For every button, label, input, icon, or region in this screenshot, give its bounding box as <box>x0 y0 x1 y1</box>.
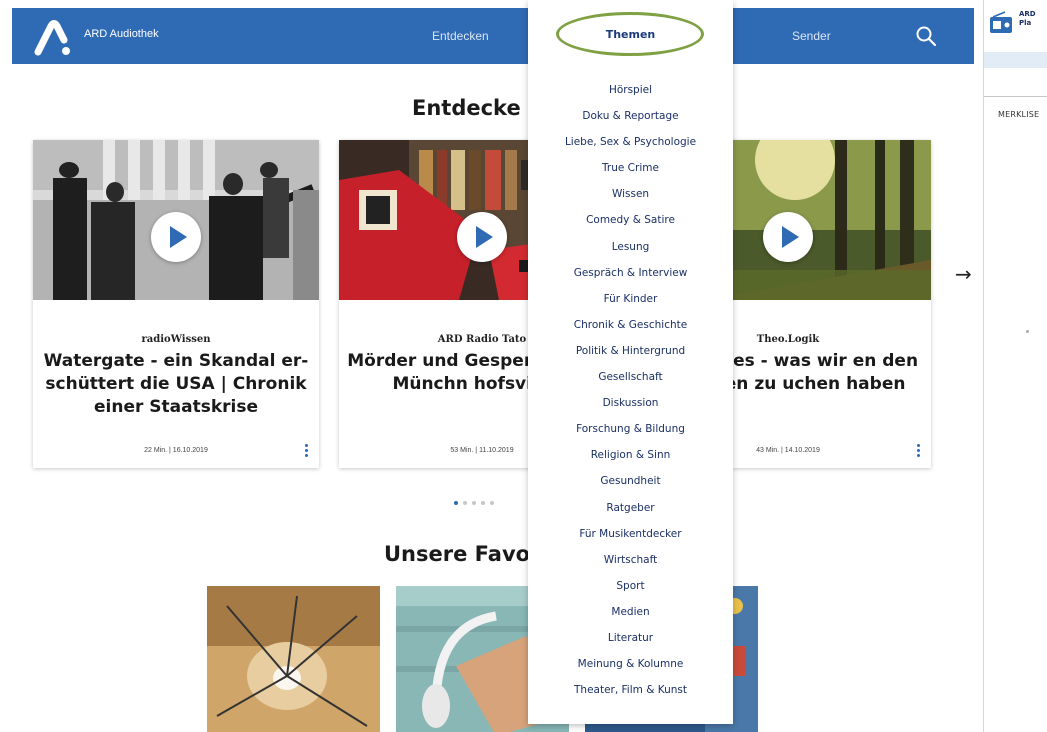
topic-item[interactable]: Wissen <box>528 184 733 210</box>
themen-dropdown-menu: Themen Hörspiel Doku & Reportage Liebe, … <box>528 0 733 724</box>
nav-themen-label: Themen <box>605 28 656 41</box>
play-button[interactable] <box>763 212 813 262</box>
player-progress-stripe <box>984 52 1047 68</box>
player-side-panel: ARD Pla MERKLISE <box>983 0 1047 732</box>
topic-item[interactable]: Für Kinder <box>528 289 733 315</box>
more-options-icon[interactable] <box>915 444 921 460</box>
topic-item[interactable]: Meinung & Kolumne <box>528 654 733 680</box>
topic-item[interactable]: True Crime <box>528 158 733 184</box>
section-title-discover: Entdecke <box>412 96 521 120</box>
merkliste-label[interactable]: MERKLISE <box>998 110 1039 119</box>
topic-list: Hörspiel Doku & Reportage Liebe, Sex & P… <box>528 80 733 706</box>
topic-item[interactable]: Gesundheit <box>528 471 733 497</box>
topic-item[interactable]: Theater, Film & Kunst <box>528 680 733 706</box>
play-button[interactable] <box>151 212 201 262</box>
carousel-next-arrow-icon[interactable]: → <box>955 262 972 286</box>
more-options-icon[interactable] <box>303 444 309 460</box>
topic-item[interactable]: Medien <box>528 602 733 628</box>
topic-item[interactable]: Wirtschaft <box>528 550 733 576</box>
topic-item[interactable]: Forschung & Bildung <box>528 419 733 445</box>
topic-item[interactable]: Politik & Hintergrund <box>528 341 733 367</box>
topic-item[interactable]: Hörspiel <box>528 80 733 106</box>
player-label: ARD Pla <box>1019 10 1036 28</box>
carousel-dot[interactable] <box>454 501 458 505</box>
play-button[interactable] <box>457 212 507 262</box>
card-title[interactable]: Watergate - ein Skandal er-schüttert die… <box>39 350 313 419</box>
topic-item[interactable]: Ratgeber <box>528 498 733 524</box>
section-title-favorites: Unsere Favor <box>384 542 541 566</box>
topic-item[interactable]: Lesung <box>528 237 733 263</box>
topic-item[interactable]: Gesellschaft <box>528 367 733 393</box>
topic-item[interactable]: Chronik & Geschichte <box>528 315 733 341</box>
topic-item[interactable]: Diskussion <box>528 393 733 419</box>
topic-item[interactable]: Liebe, Sex & Psychologie <box>528 132 733 158</box>
card-source: radioWissen <box>141 334 211 345</box>
topic-item[interactable]: Doku & Reportage <box>528 106 733 132</box>
side-dot <box>1026 330 1029 333</box>
side-divider <box>984 96 1047 97</box>
topic-item[interactable]: Gespräch & Interview <box>528 263 733 289</box>
nav-entdecken[interactable]: Entdecken <box>432 29 489 43</box>
topic-item[interactable]: Literatur <box>528 628 733 654</box>
ard-audiothek-logo[interactable] <box>34 18 74 58</box>
topic-item[interactable]: Comedy & Satire <box>528 210 733 236</box>
topic-item[interactable]: Religion & Sinn <box>528 445 733 471</box>
carousel-dot[interactable] <box>481 501 485 505</box>
episode-card[interactable]: radioWissen Watergate - ein Skandal er-s… <box>33 140 319 468</box>
top-navigation-bar: ARD Audiothek Entdecken Sender <box>12 8 974 64</box>
favorite-tile-image[interactable] <box>207 586 380 732</box>
player-header[interactable]: ARD Pla <box>984 0 1047 52</box>
carousel-dot[interactable] <box>463 501 467 505</box>
player-label-line1: ARD <box>1019 10 1036 18</box>
search-icon[interactable] <box>915 25 937 47</box>
player-label-line2: Pla <box>1019 19 1032 27</box>
radio-icon <box>990 11 1012 33</box>
nav-themen[interactable]: Themen <box>528 8 733 64</box>
topic-item[interactable]: Für Musikentdecker <box>528 524 733 550</box>
card-meta: 22 Min. | 16.10.2019 <box>144 447 208 454</box>
carousel-dot[interactable] <box>490 501 494 505</box>
carousel-pagination <box>454 490 499 505</box>
brand-name[interactable]: ARD Audiothek <box>84 28 159 40</box>
topic-item[interactable]: Sport <box>528 576 733 602</box>
nav-sender[interactable]: Sender <box>792 29 831 43</box>
carousel-dot[interactable] <box>472 501 476 505</box>
